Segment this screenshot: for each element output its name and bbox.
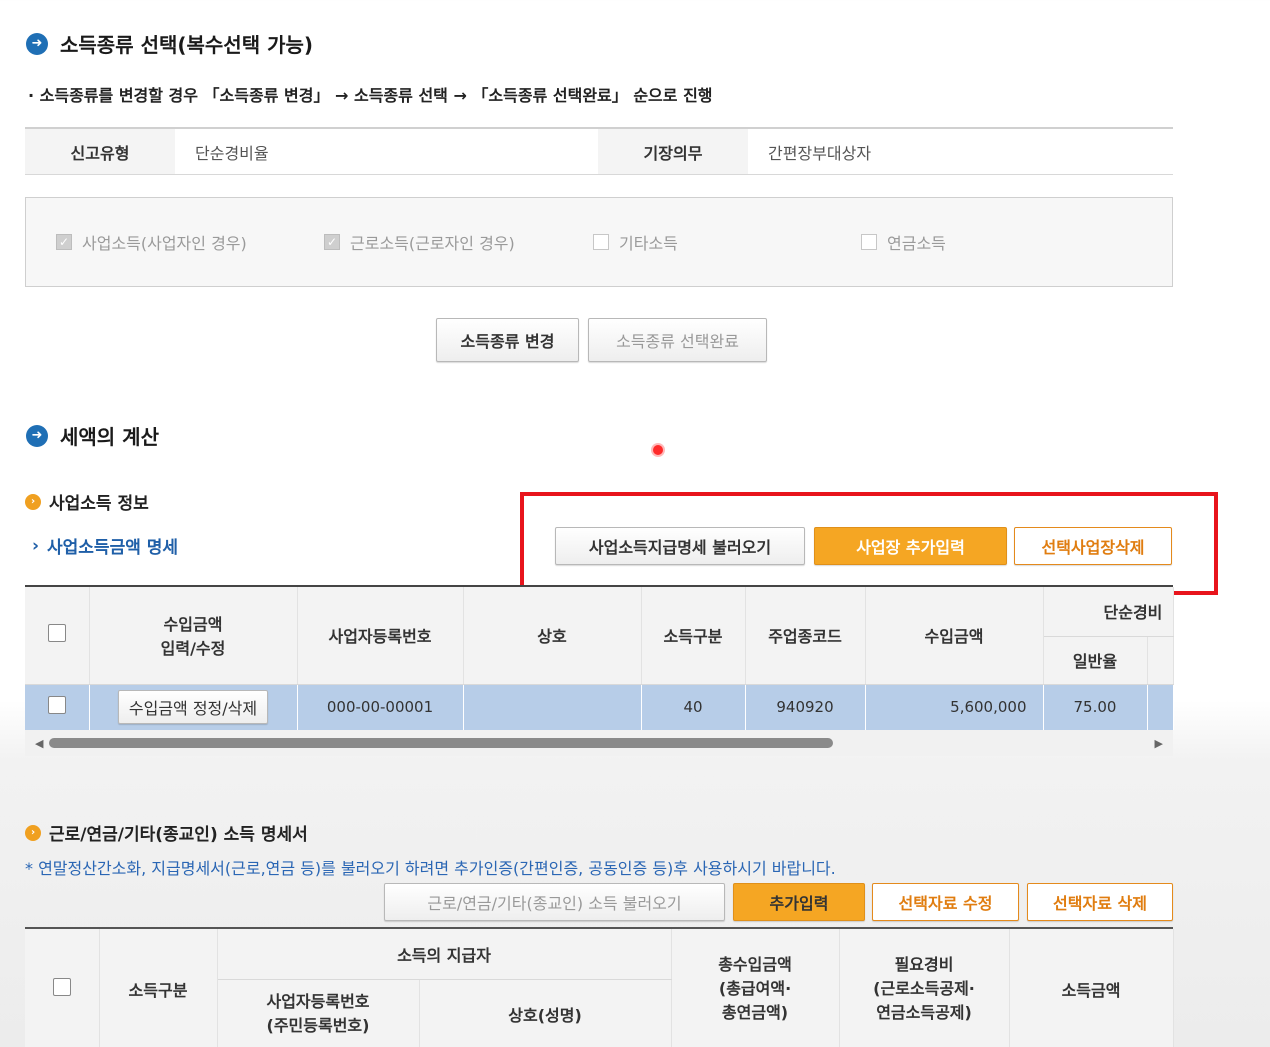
delete-selected-button[interactable]: 선택자료 삭제 — [1027, 883, 1173, 921]
delete-selected-site-button[interactable]: 선택사업장삭제 — [1014, 527, 1172, 565]
report-info-table: 신고유형 단순경비율 기장의무 간편장부대상자 — [25, 127, 1173, 175]
row-edit-cell: 수입금액 정정/삭제 — [89, 684, 298, 730]
scroll-right-icon[interactable]: ▶ — [1155, 737, 1163, 750]
col-biz-reg-no: 사업자등록번호 — [297, 587, 464, 685]
checkbox-checked-icon: ✓ — [56, 234, 72, 250]
other-income-grid: 소득구분 소득의 지급자 총수입금액 (총급여액· 총연금액) 필요경비 (근로… — [25, 927, 1174, 1047]
row-overflow — [1147, 684, 1174, 730]
checkbox-pension-income[interactable]: 연금소득 — [861, 230, 946, 254]
select-all-cell — [25, 587, 90, 685]
other-income-title: 근로/연금/기타(종교인) 소득 명세서 — [49, 825, 308, 845]
arrow-dot-icon: › — [25, 493, 41, 510]
cursor-dot — [653, 445, 663, 455]
add-other-income-button[interactable]: 추가입력 — [733, 883, 865, 921]
arrow-dot-icon: › — [25, 824, 41, 841]
col-overflow — [1147, 636, 1174, 685]
checkbox-label: 기타소득 — [619, 234, 678, 253]
income-type-checkbox-panel: ✓ 사업소득(사업자인 경우) ✓ 근로소득(근로자인 경우) 기타소득 연금소… — [25, 197, 1173, 287]
col-biz-reg-no-line1: 사업자등록번호 — [266, 992, 370, 1011]
row-revenue: 5,600,000 — [865, 684, 1044, 730]
col-company: 상호(성명) — [419, 979, 672, 1047]
checkbox-unchecked-icon — [593, 234, 609, 250]
report-type-value: 단순경비율 — [195, 143, 269, 163]
table-row[interactable]: 수입금액 정정/삭제 000-00-00001 40 940920 5,600,… — [25, 684, 1174, 730]
col-income-class: 소득구분 — [641, 587, 746, 685]
col-revenue-edit-line2: 입력/수정 — [160, 639, 226, 659]
checkbox-label: 사업소득(사업자인 경우) — [82, 234, 247, 253]
business-income-title: 사업소득 정보 — [49, 494, 149, 514]
scroll-left-icon[interactable]: ◀ — [35, 737, 43, 750]
row-biz-reg-no: 000-00-00001 — [297, 684, 464, 730]
col-total-income-line1: 총수입금액 — [718, 954, 792, 974]
other-income-notice: * 연말정산간소화, 지급명세서(근로,연금 등)를 불러오기 하려면 추가인증… — [25, 859, 836, 878]
row-checkbox[interactable] — [47, 696, 66, 715]
col-biz-reg-no: 사업자등록번호 (주민등록번호) — [217, 979, 420, 1047]
report-type-label: 신고유형 — [25, 129, 175, 174]
col-total-income-line3: 총연금액) — [721, 1002, 789, 1022]
checkbox-other-income[interactable]: 기타소득 — [593, 230, 678, 254]
detail-link-label: 사업소득금액 명세 — [47, 538, 179, 558]
col-general-rate: 일반율 — [1043, 636, 1148, 685]
col-expenses-line1: 필요경비 — [894, 954, 954, 974]
checkbox-earned-income[interactable]: ✓ 근로소득(근로자인 경우) — [324, 230, 515, 254]
business-income-grid: 수입금액 입력/수정 사업자등록번호 상호 소득구분 주업종코드 수입금액 단순… — [25, 585, 1174, 756]
checkbox-label: 근로소득(근로자인 경우) — [350, 234, 515, 253]
bookkeeping-label: 기장의무 — [598, 129, 748, 174]
row-checkbox-cell — [25, 684, 90, 730]
col-biz-reg-no-line2: (주민등록번호) — [266, 1016, 370, 1035]
business-income-detail-link[interactable]: › 사업소득금액 명세 — [32, 533, 179, 559]
checkbox-label: 연금소득 — [887, 234, 946, 253]
scrollbar-thumb[interactable] — [49, 738, 834, 748]
col-expenses: 필요경비 (근로소득공제· 연금소득공제) — [839, 929, 1010, 1047]
other-income-subtitle: › 근로/연금/기타(종교인) 소득 명세서 — [25, 820, 308, 845]
business-income-subtitle: › 사업소득 정보 — [25, 489, 149, 514]
row-industry-code: 940920 — [745, 684, 866, 730]
select-all-checkbox[interactable] — [52, 977, 71, 996]
col-expenses-line3: 연금소득공제) — [876, 1002, 972, 1022]
load-business-income-button[interactable]: 사업소득지급명세 불러오기 — [555, 527, 805, 565]
col-expenses-line2: (근로소득공제· — [873, 978, 975, 998]
horizontal-scrollbar[interactable]: ◀ ▶ — [25, 730, 1173, 756]
edit-selected-button[interactable]: 선택자료 수정 — [872, 883, 1019, 921]
edit-revenue-button[interactable]: 수입금액 정정/삭제 — [117, 690, 269, 725]
change-income-type-button[interactable]: 소득종류 변경 — [436, 318, 579, 362]
tax-calc-title: 세액의 계산 — [60, 425, 159, 449]
col-company: 상호 — [463, 587, 642, 685]
col-revenue-edit: 수입금액 입력/수정 — [89, 587, 298, 685]
complete-income-type-button[interactable]: 소득종류 선택완료 — [588, 318, 767, 362]
income-type-title: 소득종류 선택(복수선택 가능) — [60, 33, 314, 57]
row-income-class: 40 — [641, 684, 746, 730]
income-type-section-title: ➜ 소득종류 선택(복수선택 가능) — [26, 29, 313, 58]
load-other-income-button[interactable]: 근로/연금/기타(종교인) 소득 불러오기 — [384, 883, 725, 921]
checkbox-unchecked-icon — [861, 234, 877, 250]
col-total-income-line2: (총급여액· — [718, 978, 792, 998]
col-revenue: 수입금액 — [865, 587, 1044, 685]
income-type-note: · 소득종류를 변경할 경우 「소득종류 변경」 → 소득종류 선택 → 「소득… — [28, 86, 713, 105]
arrow-circle-icon: ➜ — [26, 424, 48, 447]
col-industry-code: 주업종코드 — [745, 587, 866, 685]
checkbox-checked-icon: ✓ — [324, 234, 340, 250]
row-general-rate: 75.00 — [1043, 684, 1148, 730]
col-total-income: 총수입금액 (총급여액· 총연금액) — [671, 929, 840, 1047]
col-income-amount: 소득금액 — [1009, 929, 1174, 1047]
arrow-circle-icon: ➜ — [26, 32, 48, 55]
row-company — [463, 684, 642, 730]
col-income-class: 소득구분 — [99, 929, 218, 1047]
col-simple-expense: 단순경비 — [1043, 587, 1174, 637]
col-revenue-edit-line1: 수입금액 — [163, 615, 223, 635]
checkbox-business-income[interactable]: ✓ 사업소득(사업자인 경우) — [56, 230, 247, 254]
select-all-checkbox[interactable] — [47, 624, 66, 643]
col-payer: 소득의 지급자 — [217, 929, 672, 980]
tax-calc-section-title: ➜ 세액의 계산 — [26, 421, 159, 450]
add-business-site-button[interactable]: 사업장 추가입력 — [814, 527, 1007, 565]
chevron-right-icon: › — [32, 535, 40, 556]
select-all-cell — [25, 929, 100, 1047]
bookkeeping-value: 간편장부대상자 — [768, 143, 872, 163]
